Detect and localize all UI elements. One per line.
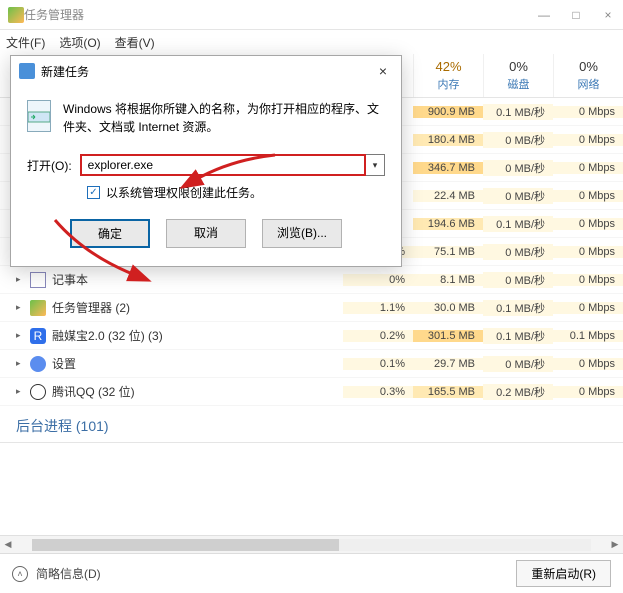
mem-cell: 29.7 MB xyxy=(413,358,483,370)
net-cell: 0 Mbps xyxy=(553,218,623,230)
process-name: ▸任务管理器 (2) xyxy=(0,299,343,316)
cancel-button[interactable]: 取消 xyxy=(166,219,246,248)
expand-caret-icon[interactable]: ▸ xyxy=(16,386,24,397)
mem-cell: 75.1 MB xyxy=(413,246,483,258)
cpu-cell: 0.2% xyxy=(343,330,413,342)
net-cell: 0 Mbps xyxy=(553,302,623,314)
expand-caret-icon[interactable]: ▸ xyxy=(16,302,24,313)
net-cell: 0 Mbps xyxy=(553,162,623,174)
net-cell: 0 Mbps xyxy=(553,246,623,258)
open-combobox[interactable]: explorer.exe ▾ xyxy=(80,154,385,176)
table-row[interactable]: ▸R融媒宝2.0 (32 位) (3)0.2%301.5 MB0.1 MB/秒0… xyxy=(0,322,623,350)
open-label: 打开(O): xyxy=(27,157,72,174)
mem-cell: 900.9 MB xyxy=(413,106,483,118)
tm-icon xyxy=(30,300,46,316)
mem-cell: 180.4 MB xyxy=(413,134,483,146)
r-icon: R xyxy=(30,328,46,344)
cpu-cell: 0% xyxy=(343,274,413,286)
cpu-cell: 0.1% xyxy=(343,358,413,370)
bottombar: ˄ 简略信息(D) 重新启动(R) xyxy=(0,553,623,593)
process-name: ▸R融媒宝2.0 (32 位) (3) xyxy=(0,327,343,344)
section-background: 后台进程 (101) xyxy=(0,406,623,443)
net-cell: 0 Mbps xyxy=(553,386,623,398)
dialog-close-button[interactable]: × xyxy=(373,63,393,79)
mem-cell: 22.4 MB xyxy=(413,190,483,202)
mem-cell: 30.0 MB xyxy=(413,302,483,314)
admin-label: 以系统管理权限创建此任务。 xyxy=(106,184,262,201)
colhead-disk[interactable]: 0% 磁盘 xyxy=(483,54,553,97)
mem-cell: 165.5 MB xyxy=(413,386,483,398)
disk-cell: 0 MB/秒 xyxy=(483,244,553,260)
disk-cell: 0 MB/秒 xyxy=(483,188,553,204)
scroll-right-icon[interactable]: ▶ xyxy=(607,539,623,550)
menu-file[interactable]: 文件(F) xyxy=(6,34,45,51)
disk-cell: 0 MB/秒 xyxy=(483,272,553,288)
scroll-left-icon[interactable]: ◀ xyxy=(0,539,16,550)
table-row[interactable]: ▸任务管理器 (2)1.1%30.0 MB0.1 MB/秒0 Mbps xyxy=(0,294,623,322)
close-button[interactable]: × xyxy=(601,8,615,22)
net-cell: 0 Mbps xyxy=(553,274,623,286)
horizontal-scrollbar[interactable]: ◀ ▶ xyxy=(0,535,623,553)
net-cell: 0 Mbps xyxy=(553,106,623,118)
table-row[interactable]: ▸腾讯QQ (32 位)0.3%165.5 MB0.2 MB/秒0 Mbps xyxy=(0,378,623,406)
run-dialog: 新建任务 × Windows 将根据你所键入的名称，为你打开相应的程序、文件夹、… xyxy=(10,55,402,267)
maximize-button[interactable]: □ xyxy=(569,8,583,22)
net-cell: 0.1 Mbps xyxy=(553,330,623,342)
expand-caret-icon[interactable]: ▸ xyxy=(16,330,24,341)
menubar: 文件(F) 选项(O) 查看(V) xyxy=(0,30,623,54)
expand-caret-icon[interactable]: ▸ xyxy=(16,358,24,369)
restart-button[interactable]: 重新启动(R) xyxy=(516,560,611,587)
gear-icon xyxy=(30,356,46,372)
table-row[interactable]: ▸设置0.1%29.7 MB0 MB/秒0 Mbps xyxy=(0,350,623,378)
mem-cell: 301.5 MB xyxy=(413,330,483,342)
open-input[interactable]: explorer.exe xyxy=(80,154,366,176)
note-icon xyxy=(30,272,46,288)
chevron-down-icon[interactable]: ▾ xyxy=(366,155,384,175)
table-row[interactable]: ▸记事本0%8.1 MB0 MB/秒0 Mbps xyxy=(0,266,623,294)
menu-options[interactable]: 选项(O) xyxy=(59,34,100,51)
run-big-icon xyxy=(27,100,51,132)
minimize-button[interactable]: — xyxy=(537,8,551,22)
mem-cell: 194.6 MB xyxy=(413,218,483,230)
cpu-cell: 0.3% xyxy=(343,386,413,398)
disk-cell: 0.1 MB/秒 xyxy=(483,216,553,232)
colhead-net[interactable]: 0% 网络 xyxy=(553,54,623,97)
qq-icon xyxy=(30,384,46,400)
fewer-details-button[interactable]: ˄ 简略信息(D) xyxy=(12,565,101,582)
run-icon xyxy=(19,63,35,79)
window-title: 任务管理器 xyxy=(24,6,537,23)
disk-cell: 0.1 MB/秒 xyxy=(483,328,553,344)
disk-cell: 0.2 MB/秒 xyxy=(483,384,553,400)
disk-cell: 0 MB/秒 xyxy=(483,356,553,372)
net-cell: 0 Mbps xyxy=(553,190,623,202)
cpu-cell: 1.1% xyxy=(343,302,413,314)
browse-button[interactable]: 浏览(B)... xyxy=(262,219,342,248)
admin-checkbox[interactable]: ✓ xyxy=(87,186,100,199)
net-cell: 0 Mbps xyxy=(553,358,623,370)
process-name: ▸记事本 xyxy=(0,271,343,288)
disk-cell: 0 MB/秒 xyxy=(483,132,553,148)
expand-caret-icon[interactable]: ▸ xyxy=(16,274,24,285)
mem-cell: 8.1 MB xyxy=(413,274,483,286)
process-name: ▸设置 xyxy=(0,355,343,372)
disk-cell: 0 MB/秒 xyxy=(483,160,553,176)
disk-cell: 0.1 MB/秒 xyxy=(483,104,553,120)
chevron-up-icon: ˄ xyxy=(12,566,28,582)
disk-cell: 0.1 MB/秒 xyxy=(483,300,553,316)
ok-button[interactable]: 确定 xyxy=(70,219,150,248)
process-name: ▸腾讯QQ (32 位) xyxy=(0,383,343,400)
colhead-mem[interactable]: 42% 内存 xyxy=(413,54,483,97)
app-icon xyxy=(8,7,24,23)
titlebar: 任务管理器 — □ × xyxy=(0,0,623,30)
net-cell: 0 Mbps xyxy=(553,134,623,146)
dialog-title: 新建任务 xyxy=(41,63,373,80)
dialog-message: Windows 将根据你所键入的名称，为你打开相应的程序、文件夹、文档或 Int… xyxy=(63,100,385,136)
mem-cell: 346.7 MB xyxy=(413,162,483,174)
menu-view[interactable]: 查看(V) xyxy=(115,34,155,51)
dialog-titlebar: 新建任务 × xyxy=(11,56,401,86)
scroll-thumb[interactable] xyxy=(32,539,339,551)
